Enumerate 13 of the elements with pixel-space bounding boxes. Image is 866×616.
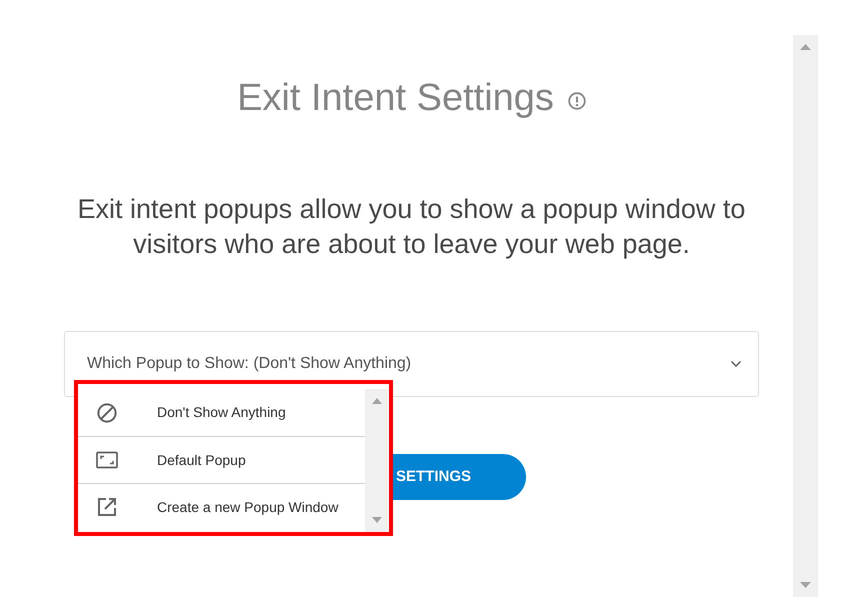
settings-button[interactable]: SETTINGS bbox=[393, 454, 526, 500]
dropdown-scrollbar[interactable] bbox=[365, 389, 388, 532]
description-text: Exit intent popups allow you to show a popup window to visitors who are about to leave your web page. bbox=[76, 193, 746, 261]
ban-icon bbox=[96, 402, 118, 422]
scroll-up-icon[interactable] bbox=[800, 44, 811, 50]
scroll-down-icon[interactable] bbox=[800, 582, 811, 588]
corner-frame-icon bbox=[96, 450, 118, 470]
scroll-down-icon[interactable] bbox=[372, 517, 382, 523]
page-scrollbar[interactable] bbox=[793, 35, 818, 597]
page-title: Exit Intent Settings bbox=[237, 76, 554, 121]
square-arrow-icon bbox=[96, 497, 118, 517]
chevron-down-icon bbox=[730, 360, 742, 368]
exclamation-icon bbox=[568, 92, 586, 110]
